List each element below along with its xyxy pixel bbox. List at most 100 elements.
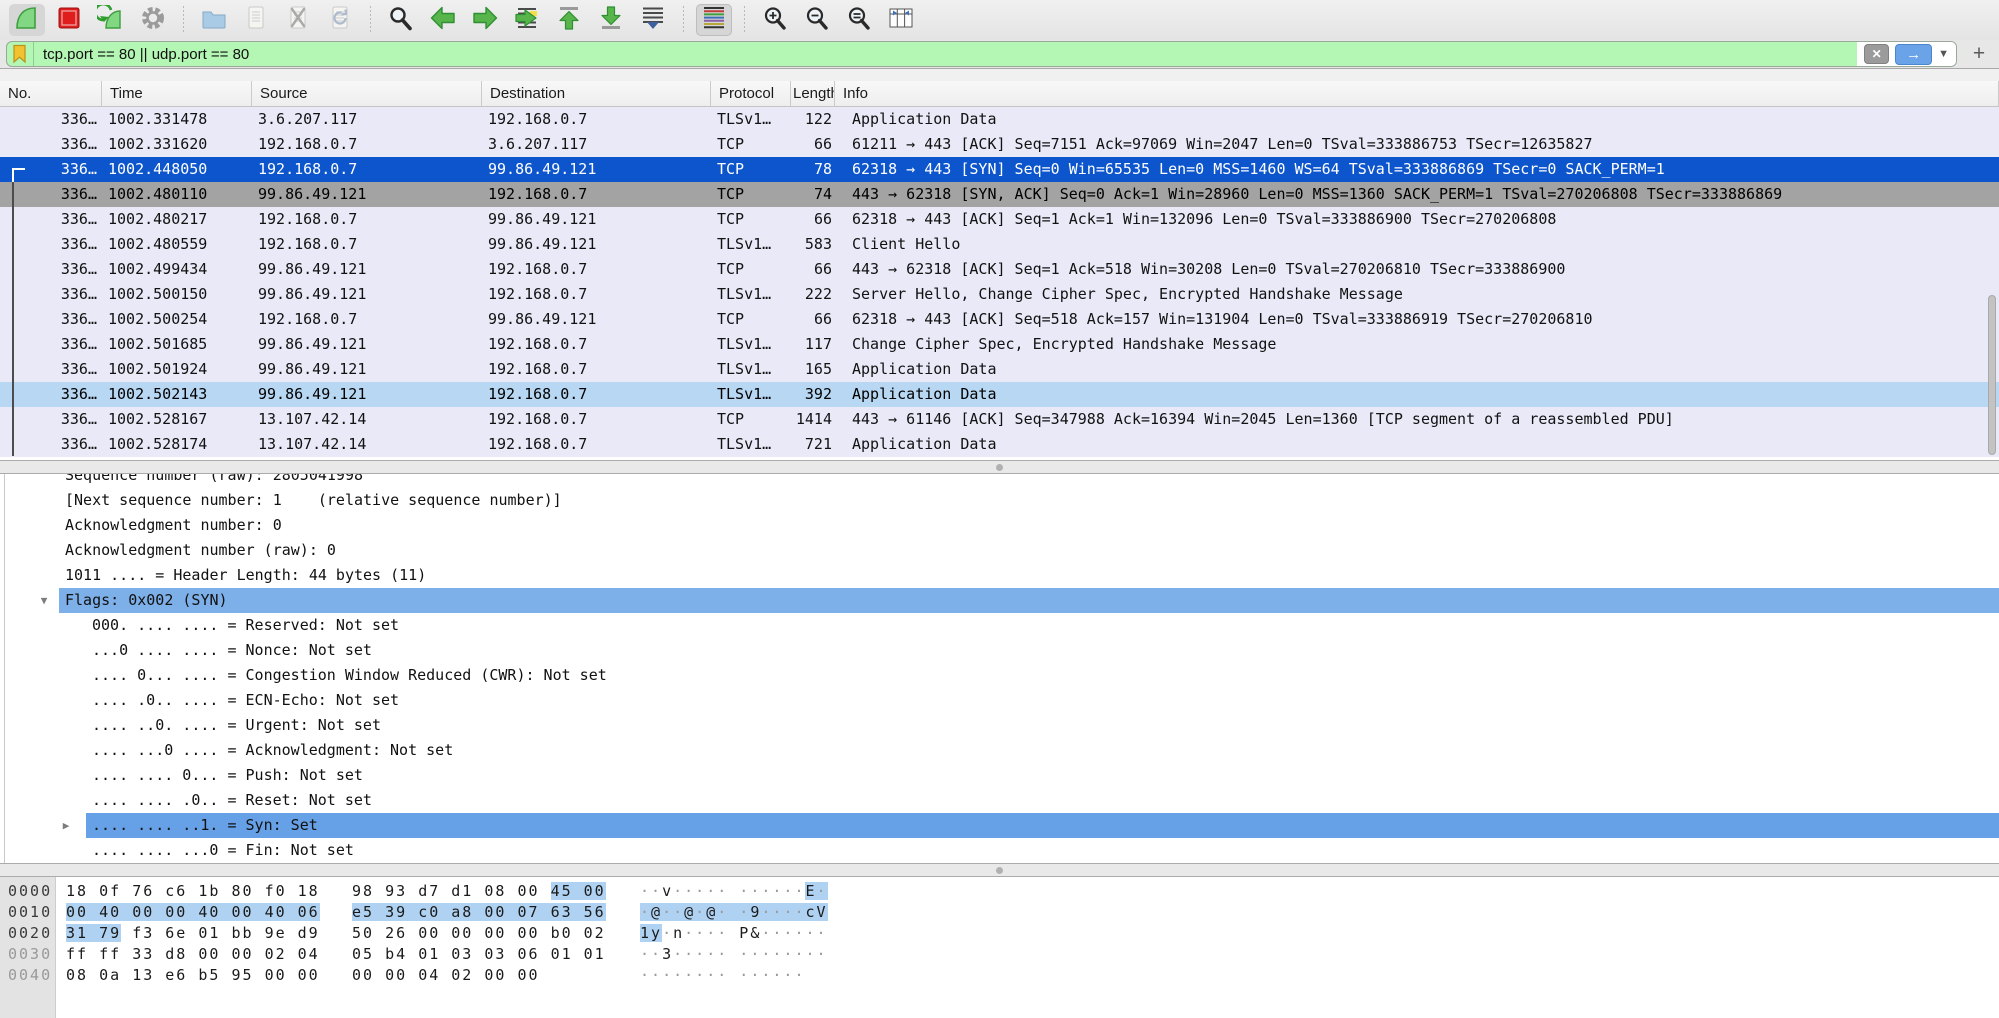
filter-add-button[interactable]: +: [1965, 42, 1993, 66]
column-header-length[interactable]: Length: [791, 81, 835, 106]
packet-row[interactable]: 336…1002.50214399.86.49.121192.168.0.7TL…: [0, 382, 1999, 407]
hex-ascii[interactable]: 1y·n···· P&······: [640, 923, 828, 944]
column-header-source[interactable]: Source: [252, 81, 482, 106]
column-header-info[interactable]: Info: [835, 81, 1999, 106]
cell-source: 13.107.42.14: [252, 407, 482, 432]
packet-row[interactable]: 336…1002.480217192.168.0.799.86.49.121TC…: [0, 207, 1999, 232]
go-back-button[interactable]: [425, 4, 461, 36]
detail-line[interactable]: Sequence number (raw): 2805041998: [0, 474, 1999, 488]
open-capture-file-button[interactable]: [196, 4, 232, 36]
filter-bookmark-icon[interactable]: [7, 42, 34, 66]
packet-row[interactable]: 336…1002.50015099.86.49.121192.168.0.7TL…: [0, 282, 1999, 307]
packet-row[interactable]: 336…1002.48011099.86.49.121192.168.0.7TC…: [0, 182, 1999, 207]
hex-bytes-group1[interactable]: 08 0a 13 e6 b5 95 00 00: [66, 965, 320, 986]
go-last-packet-button[interactable]: [593, 4, 629, 36]
column-header-protocol[interactable]: Protocol: [711, 81, 791, 106]
detail-line[interactable]: Acknowledgment number: 0: [0, 513, 1999, 538]
hex-bytes-group2[interactable]: e5 39 c0 a8 00 07 63 56: [352, 902, 606, 923]
packet-row[interactable]: 336…1002.331620192.168.0.73.6.207.117TCP…: [0, 132, 1999, 157]
zoom-in-button[interactable]: [757, 4, 793, 36]
detail-line[interactable]: 1011 .... = Header Length: 44 bytes (11): [0, 563, 1999, 588]
packet-row[interactable]: 336…1002.480559192.168.0.799.86.49.121TL…: [0, 232, 1999, 257]
hex-ascii[interactable]: ·@··@·@· ·9····cV: [640, 902, 828, 923]
hex-bytes-group1[interactable]: 00 40 00 00 40 00 40 06: [66, 902, 320, 923]
filter-clear-button[interactable]: ✕: [1864, 44, 1889, 64]
column-header-no[interactable]: No.: [0, 81, 102, 106]
zoom-100-button[interactable]: [841, 4, 877, 36]
detail-line[interactable]: .... ..0. .... = Urgent: Not set: [0, 713, 1999, 738]
filter-dropdown-chevron[interactable]: ▼: [1938, 48, 1949, 60]
hex-row[interactable]: 000018 0f 76 c6 1b 80 f0 1898 93 d7 d1 0…: [0, 881, 1999, 902]
column-header-destination[interactable]: Destination: [482, 81, 711, 106]
hex-bytes-group1[interactable]: 18 0f 76 c6 1b 80 f0 18: [66, 881, 320, 902]
packet-row[interactable]: 336…1002.500254192.168.0.799.86.49.121TC…: [0, 307, 1999, 332]
detail-line[interactable]: 000. .... .... = Reserved: Not set: [0, 613, 1999, 638]
hex-bytes-group2[interactable]: 98 93 d7 d1 08 00 45 00: [352, 881, 606, 902]
splitter-top[interactable]: [0, 460, 1999, 474]
packet-row[interactable]: 336…1002.448050192.168.0.799.86.49.121TC…: [0, 157, 1999, 182]
cell-time: 1002.499434: [102, 257, 252, 282]
packet-row[interactable]: 336…1002.3314783.6.207.117192.168.0.7TLS…: [0, 107, 1999, 132]
resize-columns-button[interactable]: [883, 4, 919, 36]
detail-line[interactable]: [Next sequence number: 1 (relative seque…: [0, 488, 1999, 513]
column-header-time[interactable]: Time: [102, 81, 252, 106]
colorize-packets-button[interactable]: [696, 4, 732, 36]
go-forward-button[interactable]: [467, 4, 503, 36]
cell-time: 1002.480110: [102, 182, 252, 207]
hex-row[interactable]: 0030ff ff 33 d8 00 00 02 0405 b4 01 03 0…: [0, 944, 1999, 965]
detail-line[interactable]: ▼Flags: 0x002 (SYN): [0, 588, 1999, 613]
detail-line[interactable]: .... ...0 .... = Acknowledgment: Not set: [0, 738, 1999, 763]
packet-row[interactable]: 336…1002.52817413.107.42.14192.168.0.7TL…: [0, 432, 1999, 457]
cell-destination: 99.86.49.121: [482, 307, 711, 332]
detail-line[interactable]: .... .... 0... = Push: Not set: [0, 763, 1999, 788]
packet-row[interactable]: 336…1002.52816713.107.42.14192.168.0.7TC…: [0, 407, 1999, 432]
hex-ascii[interactable]: ··v····· ······E·: [640, 881, 828, 902]
hex-row[interactable]: 004008 0a 13 e6 b5 95 00 0000 00 04 02 0…: [0, 965, 1999, 986]
detail-line[interactable]: .... .... .0.. = Reset: Not set: [0, 788, 1999, 813]
cell-no: 336…: [0, 257, 102, 282]
packet-row[interactable]: 336…1002.50192499.86.49.121192.168.0.7TL…: [0, 357, 1999, 382]
hex-bytes-group1[interactable]: 31 79 f3 6e 01 bb 9e d9: [66, 923, 320, 944]
expander-open-icon[interactable]: ▼: [36, 588, 52, 613]
hex-bytes-group2[interactable]: 05 b4 01 03 03 06 01 01: [352, 944, 606, 965]
go-first-packet-button[interactable]: [551, 4, 587, 36]
packet-list-scrollbar-thumb[interactable]: [1988, 295, 1996, 455]
go-to-packet-button[interactable]: [509, 4, 545, 36]
hex-ascii[interactable]: ········ ······: [640, 965, 805, 986]
capture-options-button[interactable]: [135, 4, 171, 36]
splitter-bottom[interactable]: [0, 863, 1999, 877]
packet-row[interactable]: 336…1002.50168599.86.49.121192.168.0.7TL…: [0, 332, 1999, 357]
detail-line-text: 000. .... .... = Reserved: Not set: [86, 613, 1999, 638]
cell-protocol: TLSv1…: [711, 232, 791, 257]
expander-closed-icon[interactable]: ▶: [58, 813, 74, 838]
detail-line[interactable]: .... .0.. .... = ECN-Echo: Not set: [0, 688, 1999, 713]
detail-line[interactable]: ▶.... .... ..1. = Syn: Set: [0, 813, 1999, 838]
stop-capture-button[interactable]: [51, 4, 87, 36]
detail-line[interactable]: ...0 .... .... = Nonce: Not set: [0, 638, 1999, 663]
cell-info: 443 → 61146 [ACK] Seq=347988 Ack=16394 W…: [835, 407, 1999, 432]
save-capture-file-button[interactable]: [238, 4, 274, 36]
hex-row[interactable]: 002031 79 f3 6e 01 bb 9e d950 26 00 00 0…: [0, 923, 1999, 944]
display-filter-field[interactable]: tcp.port == 80 || udp.port == 80 ✕ → ▼: [6, 41, 1957, 67]
start-capture-button[interactable]: [9, 4, 45, 36]
restart-capture-button[interactable]: [93, 4, 129, 36]
detail-line[interactable]: Acknowledgment number (raw): 0: [0, 538, 1999, 563]
zoom-out-button[interactable]: [799, 4, 835, 36]
doc-reload-icon: [326, 5, 354, 36]
hex-bytes-group2[interactable]: 50 26 00 00 00 00 b0 02: [352, 923, 606, 944]
hex-ascii[interactable]: ··3····· ········: [640, 944, 828, 965]
filter-apply-button[interactable]: →: [1895, 44, 1932, 65]
hex-bytes-group2[interactable]: 00 00 04 02 00 00: [352, 965, 540, 986]
restart-icon: [97, 5, 125, 36]
find-packet-button[interactable]: [383, 4, 419, 36]
cell-source: 99.86.49.121: [252, 382, 482, 407]
display-filter-input[interactable]: tcp.port == 80 || udp.port == 80: [34, 46, 1857, 63]
hex-row[interactable]: 001000 40 00 00 40 00 40 06e5 39 c0 a8 0…: [0, 902, 1999, 923]
detail-line[interactable]: .... 0... .... = Congestion Window Reduc…: [0, 663, 1999, 688]
auto-scroll-button[interactable]: [635, 4, 671, 36]
detail-line[interactable]: .... .... ...0 = Fin: Not set: [0, 838, 1999, 863]
reload-capture-file-button[interactable]: [322, 4, 358, 36]
hex-bytes-group1[interactable]: ff ff 33 d8 00 00 02 04: [66, 944, 320, 965]
close-capture-file-button[interactable]: [280, 4, 316, 36]
packet-row[interactable]: 336…1002.49943499.86.49.121192.168.0.7TC…: [0, 257, 1999, 282]
